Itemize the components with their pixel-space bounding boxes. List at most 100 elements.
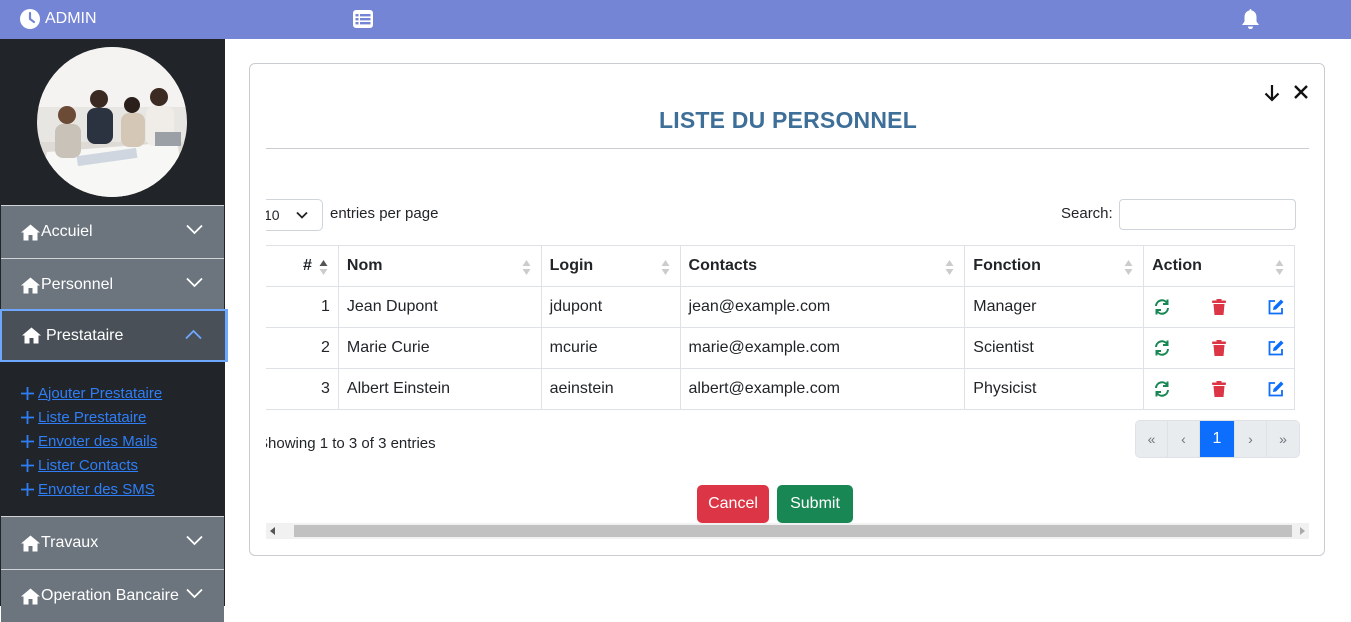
trash-icon[interactable] — [1210, 339, 1228, 357]
home-icon — [21, 224, 40, 240]
cell-contacts: marie@example.com — [679, 327, 966, 369]
table-row[interactable]: 1 Jean Dupont jdupont jean@example.com Manag… — [266, 286, 1295, 328]
trash-icon[interactable] — [1210, 298, 1228, 316]
column-header-label: # — [303, 257, 312, 274]
submenu-liste-prestataire[interactable]: Liste Prestataire — [21, 405, 225, 429]
sort-icon — [661, 260, 670, 275]
sidebar-item-label: Prestataire — [46, 326, 124, 344]
submenu-ajouter-prestataire[interactable]: Ajouter Prestataire — [21, 381, 225, 405]
plus-icon — [21, 410, 34, 424]
close-icon[interactable] — [1293, 84, 1309, 100]
search-label: Search: — [1061, 205, 1113, 222]
home-icon — [22, 327, 41, 344]
sidebar-item-personnel[interactable]: Personnel — [1, 258, 224, 311]
sidebar-item-accueil[interactable]: Accuiel — [1, 205, 224, 258]
cell-login: aeinstein — [540, 368, 681, 410]
chevron-down-icon — [186, 535, 203, 546]
cancel-button[interactable]: Cancel — [697, 485, 769, 523]
cell-nom: Jean Dupont — [337, 286, 542, 328]
cell-action — [1143, 327, 1295, 369]
cell-fonction: Manager — [964, 286, 1145, 328]
column-header-nom[interactable]: Nom — [337, 245, 542, 287]
plus-icon — [21, 434, 34, 448]
pager-first[interactable]: « — [1136, 421, 1168, 457]
cell-num: 1 — [266, 286, 339, 328]
brand[interactable]: ADMIN — [20, 9, 97, 29]
cell-nom: Albert Einstein — [337, 368, 542, 410]
submenu-label: Ajouter Prestataire — [38, 384, 163, 402]
submenu-label: Envoter des Mails — [38, 432, 158, 450]
entries-per-page-select[interactable]: 10 — [266, 199, 323, 231]
column-header-fonction[interactable]: Fonction — [964, 245, 1145, 287]
top-bar: ADMIN — [0, 0, 1351, 39]
chevron-down-icon — [186, 277, 203, 288]
bell-icon[interactable] — [1240, 8, 1261, 30]
cell-num: 2 — [266, 327, 339, 369]
page-title: LISTE DU PERSONNEL — [659, 107, 917, 133]
submenu-lister-contacts[interactable]: Lister Contacts — [21, 453, 225, 477]
sidebar-item-travaux[interactable]: Travaux — [1, 516, 224, 569]
sidebar-item-label: Travaux — [41, 534, 99, 551]
cell-login: jdupont — [540, 286, 681, 328]
table-row[interactable]: 2 Marie Curie mcurie marie@example.com Scien… — [266, 327, 1295, 369]
cell-num: 3 — [266, 368, 339, 410]
column-header-num[interactable]: # — [266, 245, 339, 287]
scrollbar-thumb[interactable] — [294, 525, 1292, 537]
column-header-contacts[interactable]: Contacts — [679, 245, 966, 287]
trash-icon[interactable] — [1210, 380, 1228, 398]
column-header-action[interactable]: Action — [1143, 245, 1295, 287]
cell-contacts: jean@example.com — [679, 286, 966, 328]
pager-page-1[interactable]: 1 — [1200, 421, 1235, 457]
refresh-icon[interactable] — [1153, 298, 1171, 316]
entries-per-page-value: 10 — [266, 207, 280, 223]
pager-prev[interactable]: ‹ — [1168, 421, 1200, 457]
column-header-label: Login — [549, 257, 594, 274]
submit-button[interactable]: Submit — [777, 485, 853, 523]
column-header-label: Nom — [346, 257, 383, 274]
sidebar-item-prestataire[interactable]: Prestataire — [0, 309, 228, 362]
pager-last[interactable]: » — [1267, 421, 1299, 457]
edit-icon[interactable] — [1267, 298, 1285, 316]
table-viewport: 10 entries per page Search: # Nom Login … — [266, 174, 1309, 544]
submenu-envoter-mails[interactable]: Envoter des Mails — [21, 429, 225, 453]
sidebar-item-operation-bancaire[interactable]: Operation Bancaire — [1, 569, 224, 622]
chevron-down-icon — [186, 224, 203, 235]
table-row[interactable]: 3 Albert Einstein aeinstein albert@example.… — [266, 368, 1295, 410]
cell-fonction: Scientist — [964, 327, 1145, 369]
refresh-icon[interactable] — [1153, 380, 1171, 398]
table-header-row: # Nom Login Contacts Fonction Action — [266, 245, 1295, 287]
cell-login: mcurie — [540, 327, 681, 369]
plus-icon — [21, 458, 34, 472]
submenu-label: Envoter des SMS — [38, 480, 155, 498]
sidebar-item-label: Accuiel — [41, 223, 93, 240]
home-icon — [21, 535, 40, 551]
cell-contacts: albert@example.com — [679, 368, 966, 410]
horizontal-scrollbar[interactable] — [266, 523, 1309, 539]
search-input[interactable] — [1119, 199, 1296, 230]
arrow-down-icon[interactable] — [1263, 84, 1281, 102]
plus-icon — [21, 482, 34, 496]
sort-asc-icon — [319, 260, 328, 275]
submenu-envoter-sms[interactable]: Envoter des SMS — [21, 477, 225, 501]
column-header-label: Action — [1152, 257, 1202, 274]
cell-action — [1143, 286, 1295, 328]
column-header-label: Fonction — [973, 257, 1041, 274]
column-header-label: Contacts — [688, 257, 757, 274]
edit-icon[interactable] — [1267, 339, 1285, 357]
sidebar-item-label: Operation Bancaire — [41, 587, 179, 604]
scroll-right-icon[interactable] — [1299, 527, 1305, 535]
pager-next[interactable]: › — [1235, 421, 1267, 457]
column-header-login[interactable]: Login — [540, 245, 681, 287]
edit-icon[interactable] — [1267, 380, 1285, 398]
brand-label: ADMIN — [45, 10, 97, 27]
scroll-left-icon[interactable] — [270, 527, 276, 535]
refresh-icon[interactable] — [1153, 339, 1171, 357]
table-list-icon[interactable] — [352, 9, 374, 29]
submenu-label: Liste Prestataire — [38, 408, 147, 426]
personnel-card: LISTE DU PERSONNEL 10 entries per page S… — [249, 63, 1325, 556]
sort-icon — [522, 260, 531, 275]
sort-icon — [945, 260, 954, 275]
team-photo-image — [37, 47, 187, 197]
table-info: Showing 1 to 3 of 3 entries — [266, 435, 436, 452]
avatar — [37, 47, 187, 197]
